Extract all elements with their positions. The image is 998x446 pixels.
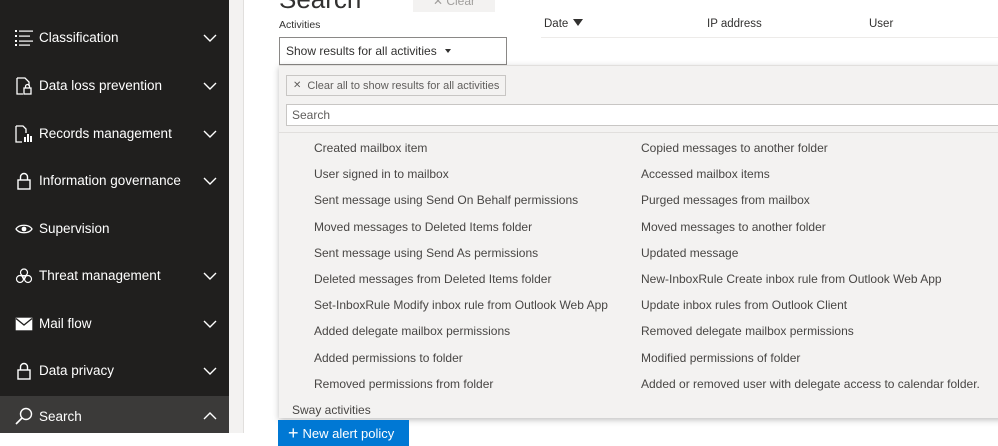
lock-icon bbox=[14, 171, 34, 191]
activities-dropdown-panel: ✕ Clear all to show results for all acti… bbox=[279, 65, 998, 418]
activity-option[interactable]: Accessed mailbox items bbox=[641, 167, 770, 181]
activity-option[interactable]: Added permissions to folder bbox=[314, 351, 463, 365]
clear-button[interactable]: ✕ Clear bbox=[413, 0, 495, 12]
activity-option[interactable]: Moved messages to another folder bbox=[641, 220, 826, 234]
nav-label: Mail flow bbox=[39, 316, 92, 331]
header-divider bbox=[541, 37, 998, 38]
nav-label: Classification bbox=[39, 30, 119, 45]
sidebar-gutter bbox=[229, 0, 244, 433]
nav-label: Data privacy bbox=[39, 363, 115, 378]
new-alert-policy-button[interactable]: + New alert policy bbox=[278, 420, 409, 446]
chevron-down-icon[interactable] bbox=[203, 174, 217, 188]
nav-label: Data loss prevention bbox=[39, 78, 163, 93]
nav-label: Information governance bbox=[39, 173, 181, 188]
activity-option[interactable]: Deleted messages from Deleted Items fold… bbox=[314, 272, 551, 286]
column-header-date[interactable]: Date bbox=[544, 18, 584, 30]
lock-icon bbox=[14, 361, 34, 381]
activity-option[interactable]: Copied messages to another folder bbox=[641, 141, 828, 155]
activity-option[interactable]: User signed in to mailbox bbox=[314, 167, 449, 181]
activity-option[interactable]: Set-InboxRule Modify inbox rule from Out… bbox=[314, 298, 608, 312]
activities-search-input[interactable]: Search bbox=[286, 104, 998, 126]
nav-label: Supervision bbox=[39, 221, 110, 236]
activity-option[interactable]: Sent message using Send On Behalf permis… bbox=[314, 193, 578, 207]
activity-option[interactable]: Created mailbox item bbox=[314, 141, 427, 155]
column-header-ip-address[interactable]: IP address bbox=[707, 18, 762, 30]
caret-down-icon bbox=[444, 49, 451, 53]
column-header-user[interactable]: User bbox=[869, 18, 893, 30]
nav-label: Records management bbox=[39, 126, 172, 141]
nav-item-classification[interactable]: Classification bbox=[0, 14, 229, 61]
activity-option[interactable]: Updated message bbox=[641, 246, 738, 260]
sort-descending-icon bbox=[573, 19, 584, 26]
nav-item-mail-flow[interactable]: Mail flow bbox=[0, 300, 229, 347]
activity-option[interactable]: Removed permissions from folder bbox=[314, 377, 493, 391]
document-lock-icon bbox=[14, 76, 34, 96]
activities-label: Activities bbox=[279, 19, 321, 31]
left-navigation: Classification Data loss prevention Reco… bbox=[0, 0, 229, 433]
chevron-down-icon[interactable] bbox=[203, 364, 217, 378]
activity-option[interactable]: Modified permissions of folder bbox=[641, 351, 800, 365]
chevron-up-icon[interactable] bbox=[203, 409, 217, 423]
close-icon[interactable]: ✕ bbox=[293, 80, 301, 91]
list-icon bbox=[14, 28, 34, 48]
nav-item-search[interactable]: Search bbox=[0, 396, 229, 433]
nav-item-data-loss-prevention[interactable]: Data loss prevention bbox=[0, 62, 229, 109]
chevron-down-icon[interactable] bbox=[203, 317, 217, 331]
search-icon bbox=[14, 406, 34, 426]
nav-label: Search bbox=[39, 408, 82, 424]
activity-option[interactable]: Added delegate mailbox permissions bbox=[314, 324, 510, 338]
mail-icon bbox=[14, 314, 34, 334]
chevron-down-icon[interactable] bbox=[203, 269, 217, 283]
activities-dropdown[interactable]: Show results for all activities bbox=[279, 37, 507, 65]
plus-icon: + bbox=[288, 422, 299, 443]
nav-item-information-governance[interactable]: Information governance bbox=[0, 157, 229, 204]
chevron-down-icon[interactable] bbox=[203, 79, 217, 93]
records-chart-icon bbox=[14, 124, 34, 144]
nav-item-records-management[interactable]: Records management bbox=[0, 110, 229, 157]
divider bbox=[279, 132, 998, 133]
nav-item-supervision[interactable]: Supervision bbox=[0, 205, 229, 252]
chevron-down-icon[interactable] bbox=[203, 127, 217, 141]
activity-option[interactable]: Removed delegate mailbox permissions bbox=[641, 324, 854, 338]
activity-option[interactable]: Purged messages from mailbox bbox=[641, 193, 810, 207]
nav-item-threat-management[interactable]: Threat management bbox=[0, 252, 229, 299]
activity-option[interactable]: Moved messages to Deleted Items folder bbox=[314, 220, 532, 234]
group-header-sway-activities[interactable]: Sway activities bbox=[292, 403, 371, 417]
nav-label: Threat management bbox=[39, 268, 161, 283]
activities-selected-value: Show results for all activities bbox=[286, 44, 437, 58]
chevron-down-icon[interactable] bbox=[203, 31, 217, 45]
activity-option[interactable]: Sent message using Send As permissions bbox=[314, 246, 538, 260]
eye-icon bbox=[14, 219, 34, 239]
activity-option[interactable]: Update inbox rules from Outlook Client bbox=[641, 298, 847, 312]
clear-all-chip[interactable]: ✕ Clear all to show results for all acti… bbox=[286, 75, 507, 96]
activity-option[interactable]: Added or removed user with delegate acce… bbox=[641, 377, 980, 391]
biohazard-icon bbox=[14, 266, 34, 286]
activity-option[interactable]: New-InboxRule Create inbox rule from Out… bbox=[641, 272, 942, 286]
page-title: Search bbox=[279, 0, 361, 15]
nav-item-data-privacy[interactable]: Data privacy bbox=[0, 347, 229, 394]
